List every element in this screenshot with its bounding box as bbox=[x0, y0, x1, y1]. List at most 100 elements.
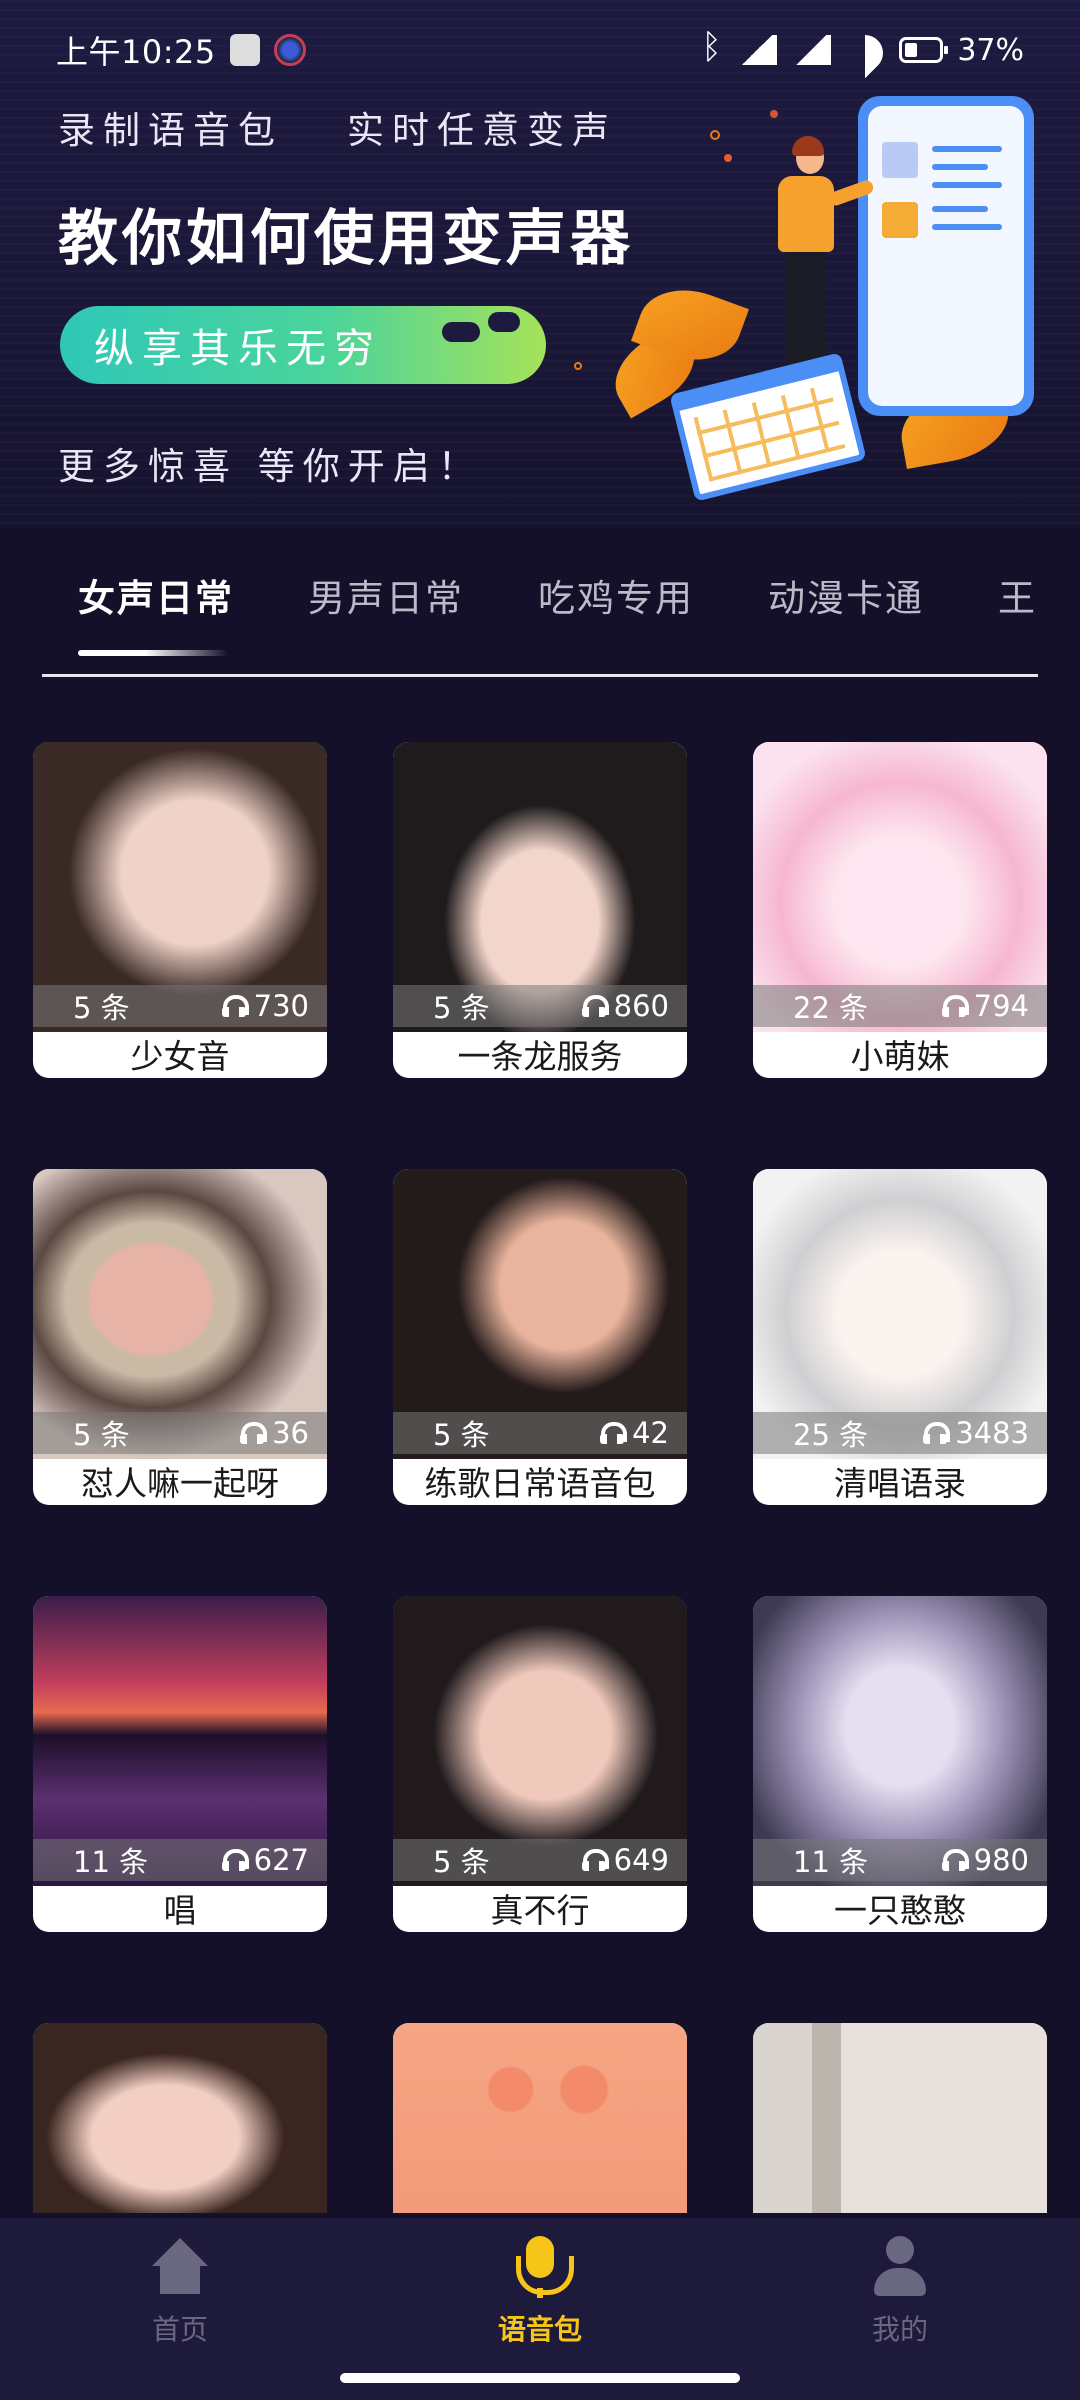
voice-pack-name: 唱 bbox=[163, 1891, 197, 1930]
voice-pack-card[interactable]: 5 条 42 练歌日常语音包 bbox=[393, 1169, 687, 1505]
voice-pack-card[interactable]: 5 条 860 一条龙服务 bbox=[393, 742, 687, 1078]
play-count: 980 bbox=[973, 1843, 1029, 1877]
voice-pack-name: 一只憨憨 bbox=[834, 1891, 966, 1930]
play-count: 42 bbox=[632, 1416, 669, 1450]
clip-count: 5 条 bbox=[433, 991, 490, 1025]
bluetooth-icon bbox=[701, 27, 723, 67]
clip-count: 22 条 bbox=[793, 991, 869, 1025]
app-badge-icon bbox=[273, 34, 306, 66]
banner-subtitle: 录制语音包 实时任意变声 bbox=[58, 100, 617, 154]
clip-count: 5 条 bbox=[73, 991, 130, 1025]
microphone-icon bbox=[508, 2234, 574, 2298]
voice-pack-image bbox=[393, 2023, 687, 2213]
clip-count: 11 条 bbox=[793, 1845, 869, 1879]
banner-tagline: 更多惊喜 等你开启！ bbox=[58, 445, 483, 488]
play-count: 627 bbox=[253, 1843, 309, 1877]
tab-female-daily[interactable]: 女声日常 bbox=[78, 568, 234, 622]
voice-pack-name: 一条龙服务 bbox=[457, 1037, 623, 1076]
nav-home-label: 首页 bbox=[151, 2313, 208, 2346]
voice-pack-meta: 5 条 649 bbox=[393, 1839, 687, 1881]
clip-count: 11 条 bbox=[73, 1845, 149, 1879]
gesture-bar[interactable] bbox=[340, 2373, 740, 2383]
clip-count: 25 条 bbox=[793, 1418, 869, 1452]
banner-illustration bbox=[574, 90, 1060, 520]
headphones-icon bbox=[581, 995, 609, 1017]
clip-count: 5 条 bbox=[433, 1418, 490, 1452]
voice-pack-image bbox=[753, 2023, 1047, 2213]
play-count: 3483 bbox=[955, 1416, 1029, 1450]
battery-percent: 37% bbox=[957, 32, 1024, 68]
headphones-icon bbox=[581, 1849, 609, 1871]
voice-pack-card[interactable]: 22 条 794 小萌妹 bbox=[753, 742, 1047, 1078]
tab-king[interactable]: 王 bbox=[998, 568, 1037, 622]
banner-pill-text: 纵享其乐无穷 bbox=[94, 326, 382, 372]
voice-pack-card[interactable]: 25 条 3483 清唱语录 bbox=[753, 1169, 1047, 1505]
voice-pack-name: 小萌妹 bbox=[850, 1037, 950, 1076]
tab-anime-cartoon[interactable]: 动漫卡通 bbox=[768, 568, 924, 622]
home-icon bbox=[148, 2234, 212, 2296]
banner-subtitle-left: 录制语音包 bbox=[58, 109, 283, 152]
nav-home[interactable]: 首页 bbox=[100, 2228, 260, 2348]
voice-pack-meta: 5 条 36 bbox=[33, 1412, 327, 1454]
play-count: 860 bbox=[613, 989, 669, 1023]
nav-profile[interactable]: 我的 bbox=[820, 2228, 980, 2348]
wifi-icon bbox=[845, 35, 885, 65]
headphones-icon bbox=[923, 1422, 951, 1444]
voice-pack-card[interactable] bbox=[393, 2023, 687, 2213]
voice-pack-name: 怼人嘛一起呀 bbox=[81, 1464, 279, 1503]
clip-count: 5 条 bbox=[73, 1418, 130, 1452]
tab-pubg[interactable]: 吃鸡专用 bbox=[538, 568, 694, 622]
app-screen: 上午10:25 37% 录制语音包 实时任意变声 教你如何使用变声器 纵享其乐无… bbox=[0, 0, 1080, 2400]
voice-pack-meta: 5 条 730 bbox=[33, 985, 327, 1027]
headphones-icon bbox=[600, 1422, 628, 1444]
voice-pack-name: 练歌日常语音包 bbox=[424, 1464, 656, 1503]
clip-count: 5 条 bbox=[433, 1845, 490, 1879]
voice-pack-meta: 11 条 627 bbox=[33, 1839, 327, 1881]
headphones-icon bbox=[240, 1422, 268, 1444]
voice-pack-card[interactable] bbox=[33, 2023, 327, 2213]
signal-icon bbox=[737, 35, 778, 65]
voice-pack-card[interactable]: 11 条 627 唱 bbox=[33, 1596, 327, 1932]
promo-banner[interactable]: 上午10:25 37% 录制语音包 实时任意变声 教你如何使用变声器 纵享其乐无… bbox=[0, 0, 1080, 528]
voice-pack-card[interactable] bbox=[753, 2023, 1047, 2213]
voice-pack-meta: 11 条 980 bbox=[753, 1839, 1047, 1881]
play-count: 794 bbox=[973, 989, 1029, 1023]
nav-profile-label: 我的 bbox=[871, 2313, 928, 2346]
nav-voice-packs-label: 语音包 bbox=[497, 2313, 582, 2346]
battery-icon bbox=[899, 37, 949, 63]
play-count: 649 bbox=[613, 1843, 669, 1877]
voice-pack-card[interactable]: 5 条 730 少女音 bbox=[33, 742, 327, 1078]
tab-divider bbox=[42, 674, 1038, 677]
headphones-icon bbox=[221, 1849, 249, 1871]
voice-pack-meta: 5 条 42 bbox=[393, 1412, 687, 1454]
tab-indicator bbox=[78, 650, 228, 656]
note-icon bbox=[229, 34, 260, 66]
user-icon bbox=[868, 2234, 932, 2296]
voice-pack-name: 真不行 bbox=[490, 1891, 590, 1930]
decor-dash-icon bbox=[442, 306, 540, 384]
play-count: 36 bbox=[272, 1416, 309, 1450]
voice-pack-name: 少女音 bbox=[130, 1037, 230, 1076]
banner-pill: 纵享其乐无穷 bbox=[60, 306, 546, 384]
voice-pack-meta: 25 条 3483 bbox=[753, 1412, 1047, 1454]
voice-pack-image bbox=[33, 2023, 327, 2213]
person-illustration-icon bbox=[778, 176, 834, 252]
banner-subtitle-right: 实时任意变声 bbox=[347, 109, 617, 152]
signal-icon bbox=[791, 35, 832, 65]
headphones-icon bbox=[221, 995, 249, 1017]
play-count: 730 bbox=[253, 989, 309, 1023]
voice-pack-card[interactable]: 5 条 36 怼人嘛一起呀 bbox=[33, 1169, 327, 1505]
voice-pack-card[interactable]: 5 条 649 真不行 bbox=[393, 1596, 687, 1932]
voice-pack-name: 清唱语录 bbox=[834, 1464, 966, 1503]
phone-illustration-icon bbox=[858, 96, 1034, 416]
voice-pack-meta: 22 条 794 bbox=[753, 985, 1047, 1027]
nav-voice-packs[interactable]: 语音包 bbox=[460, 2228, 620, 2348]
tab-male-daily[interactable]: 男声日常 bbox=[308, 568, 464, 622]
voice-pack-meta: 5 条 860 bbox=[393, 985, 687, 1027]
category-tabs: 女声日常 男声日常 吃鸡专用 动漫卡通 王 bbox=[0, 528, 1080, 678]
status-time: 上午10:25 bbox=[56, 33, 216, 71]
headphones-icon bbox=[941, 995, 969, 1017]
status-bar: 上午10:25 37% bbox=[0, 0, 1080, 100]
voice-pack-card[interactable]: 11 条 980 一只憨憨 bbox=[753, 1596, 1047, 1932]
headphones-icon bbox=[941, 1849, 969, 1871]
